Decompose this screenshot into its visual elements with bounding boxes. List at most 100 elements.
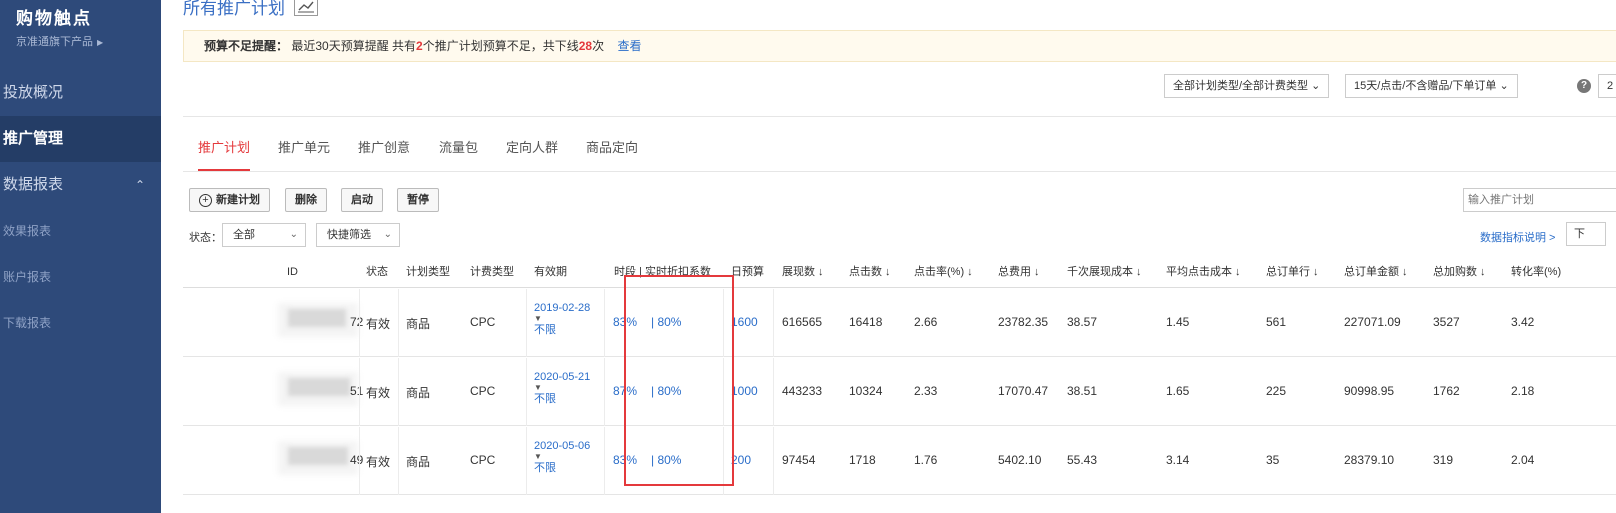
sortable-column-header[interactable]: 转化率(%) — [1511, 256, 1561, 288]
trend-chart-button[interactable] — [294, 0, 318, 16]
alert-text: 次 — [592, 39, 605, 53]
delete-button[interactable]: 删除 — [285, 188, 327, 212]
sidebar-subitem-download-report[interactable]: 下载报表 — [0, 300, 161, 346]
tab-product-target[interactable]: 商品定向 — [586, 137, 638, 171]
status-select[interactable]: 全部 ⌄ — [222, 223, 306, 247]
sortable-column-header[interactable]: 平均点击成本 ↓ — [1166, 256, 1241, 288]
cell-plan-type: 商品 — [406, 386, 431, 400]
sidebar-item-label: 推广管理 — [3, 130, 64, 147]
column-header: 日预算 — [731, 266, 764, 278]
plan-id: 51 — [350, 384, 364, 398]
brand-subtitle[interactable]: 京准通旗下产品 ▶ — [16, 33, 103, 49]
cell-orders: 561 — [1266, 315, 1287, 329]
cell-bill-type: CPC — [470, 384, 496, 398]
cell-impressions: 443233 — [782, 384, 823, 398]
select-value: 全部计划类型/全部计费类型 — [1173, 80, 1309, 92]
status-filter-label: 状态： — [189, 232, 222, 244]
select-value: 全部 — [233, 229, 255, 241]
sidebar-subitem-effect-report[interactable]: 效果报表 — [0, 208, 161, 254]
plan-type-select[interactable]: 全部计划类型/全部计费类型 ⌄ — [1164, 74, 1330, 98]
cell-daily-budget[interactable]: 1600 — [731, 315, 758, 329]
sidebar-item-reports[interactable]: 数据报表 ⌃ — [0, 162, 161, 208]
cell-daily-budget[interactable]: 200 — [731, 453, 751, 467]
cell-daily-budget[interactable]: 1000 — [731, 384, 758, 398]
budget-alert: 预算不足提醒： 最近30天预算提醒 共有2个推广计划预算不足，共下线28次 查看 — [183, 30, 1616, 62]
sortable-column-header[interactable]: 点击率(%) ↓ — [914, 256, 973, 288]
tab-target-audience[interactable]: 定向人群 — [506, 137, 558, 171]
download-button[interactable]: 下 — [1566, 222, 1606, 246]
chevron-down-icon: ⌄ — [383, 229, 392, 240]
cell-order-amount: 90998.95 — [1344, 384, 1395, 398]
id-redaction — [288, 309, 346, 327]
sidebar-item-overview[interactable]: 投放概况 — [0, 70, 161, 116]
sidebar-subitem-account-report[interactable]: 账户报表 — [0, 254, 161, 300]
cell-bill-type: CPC — [470, 315, 496, 329]
sidebar-item-promotion[interactable]: 推广管理 — [0, 116, 161, 162]
caret-down-icon: ▼ — [534, 452, 542, 461]
sortable-column-header[interactable]: 千次展现成本 ↓ — [1067, 256, 1142, 288]
alert-offline-times: 28 — [578, 39, 593, 53]
plan-id: 72 — [350, 315, 364, 329]
tab-unit[interactable]: 推广单元 — [278, 137, 330, 171]
cell-status: 有效 — [366, 455, 391, 469]
search-input[interactable] — [1463, 188, 1616, 212]
select-value: 快捷筛选 — [327, 229, 371, 241]
metric-help-link[interactable]: 数据指标说明 > — [1480, 229, 1555, 245]
table-header: ID 状态 计划类型 计费类型 有效期 时段 | 实时折扣系数 日预算 展现数 … — [183, 256, 1616, 288]
cell-cpc: 1.65 — [1166, 384, 1190, 398]
sortable-column-header[interactable]: 点击数 ↓ — [849, 256, 891, 288]
new-plan-button[interactable]: + 新建计划 — [189, 188, 270, 212]
column-header: 有效期 — [534, 266, 567, 278]
cell-carts: 1762 — [1433, 384, 1460, 398]
tab-creative[interactable]: 推广创意 — [358, 137, 410, 171]
start-button[interactable]: 启动 — [341, 188, 383, 212]
column-header: 计划类型 — [406, 266, 450, 278]
alert-text: 个推广计划预算不足，共下线 — [422, 39, 579, 53]
alert-title: 预算不足提醒： — [204, 39, 289, 53]
sortable-column-header[interactable]: 总订单行 ↓ — [1266, 256, 1319, 288]
cell-carts: 319 — [1433, 453, 1454, 467]
time-range-select[interactable]: 15天/点击/不含赠品/下单订单 ⌄ — [1345, 74, 1518, 98]
tab-campaign[interactable]: 推广计划 — [198, 137, 251, 171]
column-separator — [526, 427, 527, 495]
column-separator — [359, 427, 360, 495]
divider — [183, 171, 1616, 172]
sidebar-subitem-label: 下载报表 — [3, 316, 52, 330]
column-header: 计费类型 — [470, 266, 514, 278]
cell-bill-type: CPC — [470, 453, 496, 467]
column-separator — [398, 427, 399, 495]
column-separator — [398, 289, 399, 357]
column-separator — [526, 358, 527, 426]
cell-cpc: 1.45 — [1166, 315, 1190, 329]
cell-cost: 23782.35 — [998, 315, 1049, 329]
column-separator — [526, 289, 527, 357]
id-redaction — [288, 447, 348, 465]
cell-validity[interactable]: 2019-02-28 ▼ 不限 — [534, 301, 590, 337]
validity-end: 不限 — [534, 393, 556, 405]
alert-view-link[interactable]: 查看 — [617, 39, 641, 53]
cell-ctr: 2.66 — [914, 315, 938, 329]
cell-cpm: 38.51 — [1067, 384, 1098, 398]
sortable-column-header[interactable]: 总加购数 ↓ — [1433, 256, 1486, 288]
sidebar: 购物触点 京准通旗下产品 ▶ 投放概况 推广管理 数据报表 ⌃ 效果报表 账户报表 … — [0, 0, 161, 513]
brand-logo[interactable]: 购物触点 — [16, 4, 92, 29]
cell-ctr: 1.76 — [914, 453, 938, 467]
sidebar-subitem-label: 效果报表 — [3, 224, 52, 238]
sortable-column-header[interactable]: 总费用 ↓ — [998, 256, 1040, 288]
select-value: 2 — [1607, 80, 1614, 92]
sortable-column-header[interactable]: 总订单金额 ↓ — [1344, 256, 1408, 288]
help-icon[interactable]: ? — [1577, 79, 1591, 93]
brand-subtitle-text: 京准通旗下产品 — [16, 36, 93, 48]
cell-validity[interactable]: 2020-05-21 ▼ 不限 — [534, 370, 590, 406]
extra-select[interactable]: 2 — [1598, 74, 1616, 98]
cell-status: 有效 — [366, 386, 391, 400]
chevron-up-icon: ⌃ — [134, 178, 145, 192]
quick-filter-select[interactable]: 快捷筛选 ⌄ — [316, 223, 400, 247]
tab-traffic-pack[interactable]: 流量包 — [439, 137, 478, 171]
column-separator — [359, 358, 360, 426]
sortable-column-header[interactable]: 展现数 ↓ — [782, 256, 824, 288]
cell-cvr: 2.04 — [1511, 453, 1535, 467]
column-separator — [773, 358, 774, 426]
pause-button[interactable]: 暂停 — [397, 188, 439, 212]
cell-validity[interactable]: 2020-05-06 ▼ 不限 — [534, 439, 590, 475]
